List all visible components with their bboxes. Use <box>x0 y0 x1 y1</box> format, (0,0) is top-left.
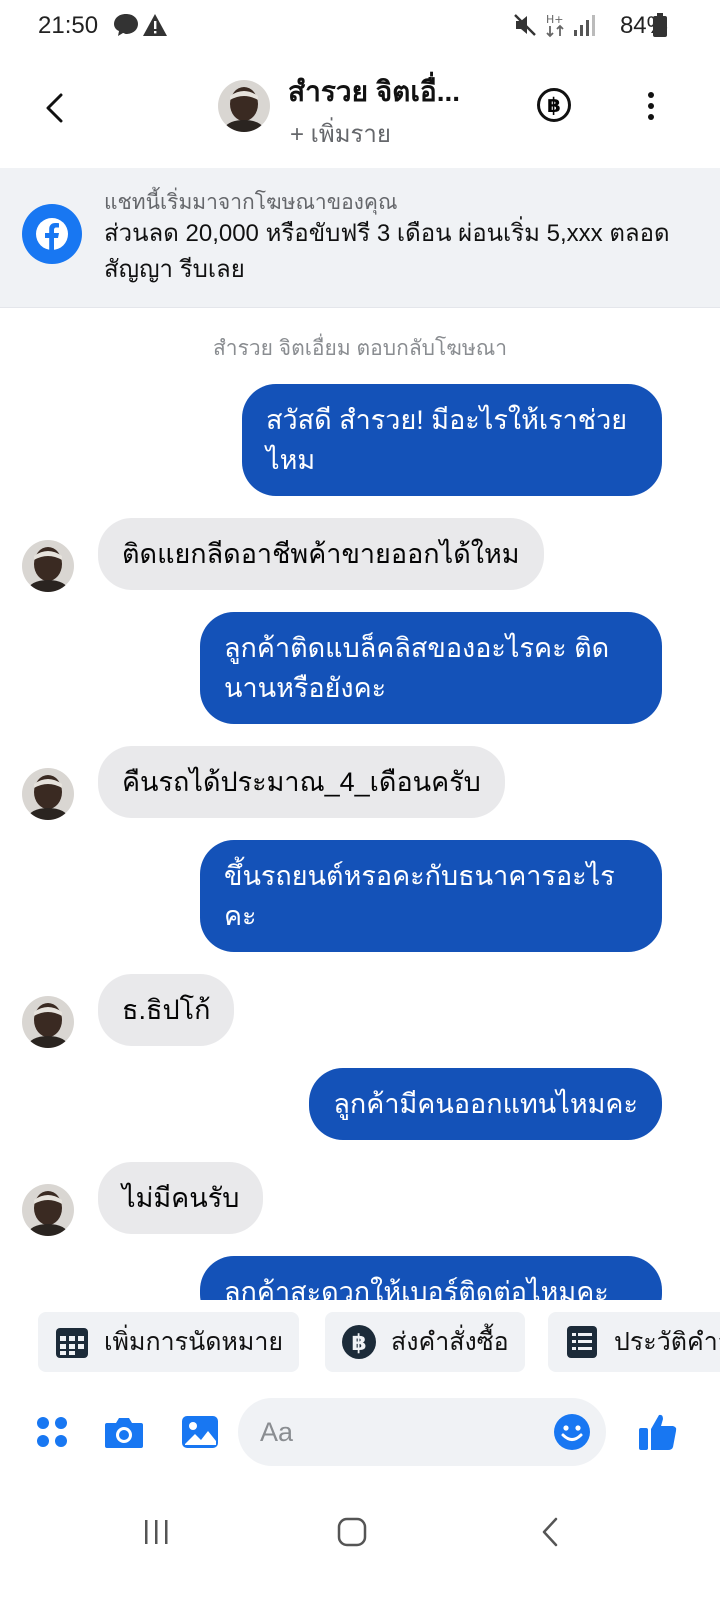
like-button[interactable] <box>636 1410 680 1454</box>
sender-photo <box>22 1184 74 1236</box>
sender-avatar[interactable] <box>22 540 74 592</box>
camera-icon <box>105 1418 143 1448</box>
contact-photo <box>218 80 270 132</box>
receipt-icon <box>564 1324 600 1360</box>
svg-text:฿: ฿ <box>351 1331 366 1356</box>
add-appointment-button[interactable]: เพิ่มการนัดหมาย <box>38 1312 300 1372</box>
back-button[interactable] <box>32 86 76 130</box>
payment-baht-button[interactable]: ฿ <box>537 88 571 122</box>
baht-icon: ฿ <box>547 93 561 117</box>
more-options-button[interactable] <box>636 86 666 126</box>
incoming-message[interactable]: ไม่มีคนรับ <box>98 1162 264 1234</box>
ad-text: ส่วนลด 20,000 หรือขับฟรี 3 เดือน ผ่อนเริ… <box>104 220 670 283</box>
image-icon <box>182 1416 218 1448</box>
message-list[interactable]: สำรวย จิตเอื่ยม ตอบกลับโฆษณา สวัสดี สำรว… <box>0 308 720 1300</box>
outgoing-message[interactable]: ลูกค้าสะดวกให้เบอร์ติดต่อไหมคะ <box>200 1256 662 1300</box>
recent-apps-button[interactable] <box>126 1502 186 1562</box>
send-order-button[interactable]: ฿ ส่งคำสั่งซื้อ <box>325 1312 525 1372</box>
apps-grid-icon <box>37 1417 67 1447</box>
recent-apps-icon <box>145 1520 168 1544</box>
chat-header: สำรวย จิตเอื่... + เพิ่มราย ฿ <box>0 52 720 168</box>
home-button[interactable] <box>322 1502 382 1562</box>
outgoing-message[interactable]: ลูกค้าติดแบล็คลิสของอะไรคะ ติดนานหรือยัง… <box>200 612 662 724</box>
message-composer <box>0 1384 720 1484</box>
ad-caption: แชทนี้เริ่มมาจากโฆษณาของคุณ <box>104 191 398 214</box>
system-navigation-bar <box>0 1484 720 1600</box>
incoming-message[interactable]: ติดแยกลีดอาชีพค้าขายออกได้ใหม <box>98 518 544 590</box>
facebook-f-icon <box>36 218 68 250</box>
emoji-icon <box>554 1414 590 1450</box>
chip-label: เพิ่มการนัดหมาย <box>104 1328 284 1356</box>
outgoing-message[interactable]: ลูกค้ามีคนออกแทนไหมคะ <box>309 1068 662 1140</box>
warning-icon <box>143 14 167 36</box>
battery-icon <box>653 13 667 37</box>
contact-name[interactable]: สำรวย จิตเอื่... <box>288 70 460 114</box>
message-input[interactable] <box>260 1412 540 1452</box>
signal-icon <box>574 15 595 36</box>
more-dot <box>648 92 654 98</box>
status-bar: 21:50 H+ 84% <box>0 0 720 52</box>
facebook-logo-icon <box>22 204 82 264</box>
chip-label: ประวัติคำสั่งซื้อ <box>614 1328 720 1356</box>
add-label-link[interactable]: + เพิ่มราย <box>290 114 391 153</box>
gallery-button[interactable] <box>178 1410 222 1454</box>
incoming-message[interactable]: คืนรถได้ประมาณ_4_เดือนครับ <box>98 746 505 818</box>
more-dot <box>648 103 654 109</box>
incoming-message[interactable]: ธ.ธิปโก้ <box>98 974 235 1046</box>
baht-icon: ฿ <box>341 1324 377 1360</box>
more-actions-button[interactable] <box>30 1410 74 1454</box>
system-back-button[interactable] <box>520 1502 580 1562</box>
home-icon <box>337 1517 367 1547</box>
chevron-left-icon <box>46 93 63 123</box>
outgoing-message[interactable]: ขึ้นรถยนต์หรอคะกับธนาคารอะไรคะ <box>200 840 662 952</box>
calendar-icon <box>54 1324 90 1360</box>
data-hplus-icon: H+ <box>546 13 564 38</box>
sender-avatar[interactable] <box>22 768 74 820</box>
emoji-button[interactable] <box>552 1412 592 1452</box>
sender-avatar[interactable] <box>22 1184 74 1236</box>
sender-photo <box>22 540 74 592</box>
order-history-button[interactable]: ประวัติคำสั่งซื้อ <box>548 1312 720 1372</box>
more-dot <box>648 114 654 120</box>
svg-text:H+: H+ <box>546 13 564 26</box>
ad-reply-note: สำรวย จิตเอื่ยม ตอบกลับโฆษณา <box>212 337 507 360</box>
thumbs-up-icon <box>639 1414 677 1450</box>
sender-photo <box>22 996 74 1048</box>
ad-origin-banner[interactable]: แชทนี้เริ่มมาจากโฆษณาของคุณ ส่วนลด 20,00… <box>0 168 720 308</box>
contact-avatar[interactable] <box>218 80 270 132</box>
sender-photo <box>22 768 74 820</box>
message-input-container[interactable] <box>238 1398 606 1466</box>
messenger-notification-icon <box>114 14 138 36</box>
mute-icon <box>514 14 536 36</box>
camera-button[interactable] <box>102 1410 146 1454</box>
chip-label: ส่งคำสั่งซื้อ <box>391 1328 509 1356</box>
quick-actions-bar[interactable]: เพิ่มการนัดหมาย ฿ ส่งคำสั่งซื้อ ประวัติค… <box>0 1300 720 1384</box>
sender-avatar[interactable] <box>22 996 74 1048</box>
back-icon <box>542 1517 558 1547</box>
status-time: 21:50 <box>38 12 99 39</box>
outgoing-message[interactable]: สวัสดี สำรวย! มีอะไรให้เราช่วยไหม <box>242 384 662 496</box>
